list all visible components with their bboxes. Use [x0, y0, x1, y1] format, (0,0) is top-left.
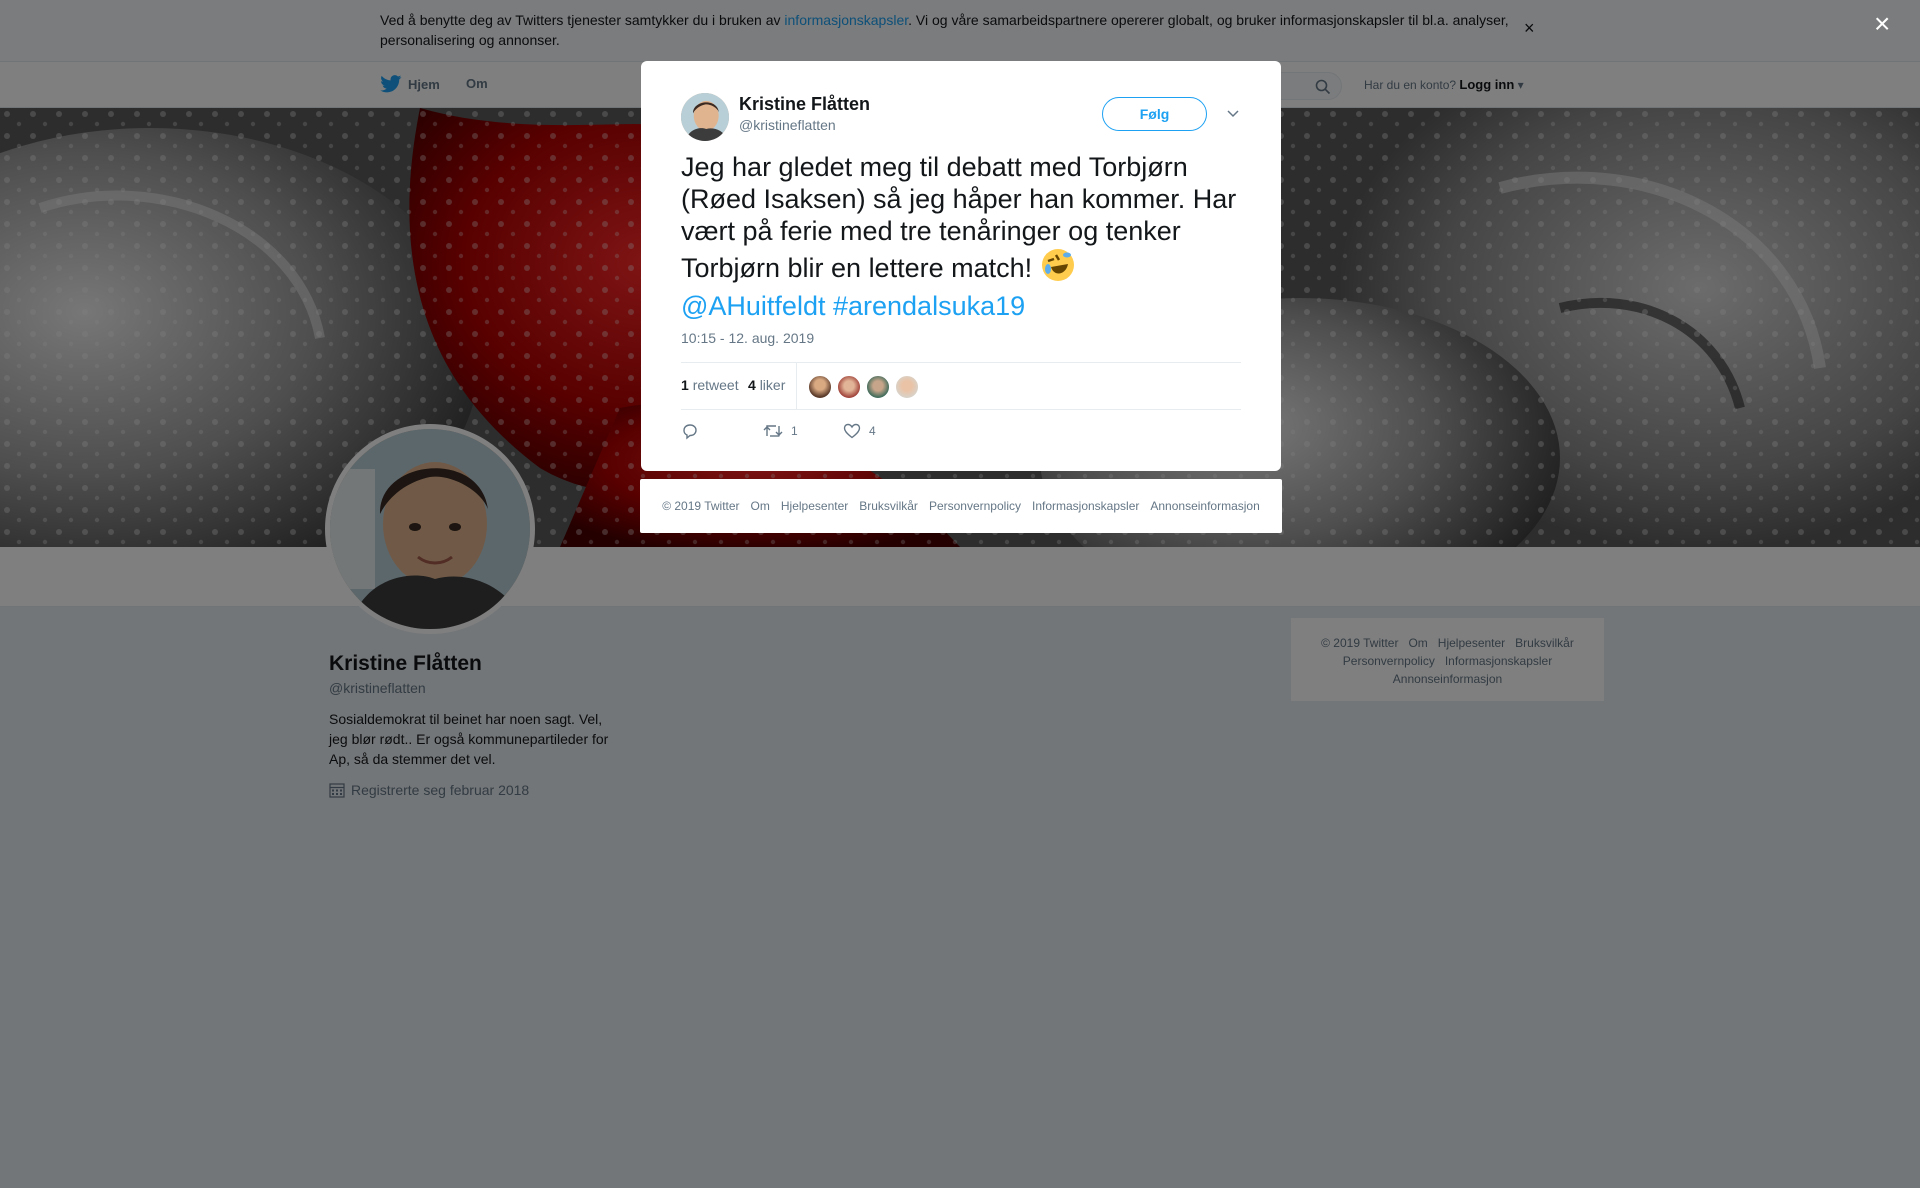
liker-avatar[interactable] — [837, 375, 861, 399]
liker-avatars — [808, 375, 919, 399]
like-label: liker — [759, 377, 786, 393]
rolling-on-floor-laughing-emoji — [1040, 247, 1076, 290]
heart-icon — [843, 423, 861, 439]
tweet-modal: Kristine Flåtten @kristineflatten Følg J… — [641, 61, 1281, 471]
tweet-mention-link[interactable]: @AHuitfeldt — [681, 291, 825, 321]
footer-link[interactable]: © 2019 Twitter — [662, 499, 739, 513]
retweet-stat[interactable]: 1 retweet — [681, 377, 739, 393]
liker-avatar[interactable] — [866, 375, 890, 399]
like-button[interactable]: 4 — [843, 422, 876, 440]
chevron-down-icon — [1227, 110, 1239, 118]
tweet-author-avatar[interactable] — [681, 93, 729, 141]
retweet-button[interactable]: 1 — [763, 422, 798, 440]
close-icon[interactable]: × — [1874, 10, 1890, 38]
tweet-stats: 1 retweet 4 liker — [681, 362, 1241, 410]
tweet-timestamp[interactable]: 10:15 - 12. aug. 2019 — [681, 330, 814, 346]
footer-link[interactable]: Hjelpesenter — [781, 499, 848, 513]
footer-link[interactable]: Informasjonskapsler — [1032, 499, 1139, 513]
like-action-count: 4 — [869, 424, 876, 438]
modal-footer: © 2019 Twitter Om Hjelpesenter Bruksvilk… — [640, 479, 1282, 533]
tweet-body: Jeg har gledet meg til debatt med Torbjø… — [681, 152, 1237, 283]
tweet-text: Jeg har gledet meg til debatt med Torbjø… — [681, 151, 1241, 322]
author-avatar-image — [681, 93, 729, 141]
tweet-author-handle[interactable]: @kristineflatten — [739, 117, 836, 133]
liker-avatar[interactable] — [895, 375, 919, 399]
reply-icon — [683, 424, 697, 440]
retweet-icon — [763, 425, 783, 437]
reply-button[interactable] — [681, 422, 699, 440]
retweet-count: 1 — [681, 377, 689, 393]
footer-link[interactable]: Bruksvilkår — [859, 499, 918, 513]
follow-button[interactable]: Følg — [1102, 97, 1207, 131]
retweet-action-count: 1 — [791, 424, 798, 438]
liker-avatar[interactable] — [808, 375, 832, 399]
tweet-menu-button[interactable] — [1223, 103, 1243, 123]
tweet-hashtag-link[interactable]: #arendalsuka19 — [833, 291, 1025, 321]
like-count: 4 — [748, 377, 756, 393]
footer-link[interactable]: Annonseinformasjon — [1150, 499, 1259, 513]
retweet-label: retweet — [692, 377, 739, 393]
footer-link[interactable]: Personvernpolicy — [929, 499, 1021, 513]
like-stat[interactable]: 4 liker — [748, 377, 785, 393]
footer-link[interactable]: Om — [751, 499, 770, 513]
tweet-author-name[interactable]: Kristine Flåtten — [739, 94, 870, 115]
stats-divider — [796, 363, 797, 409]
